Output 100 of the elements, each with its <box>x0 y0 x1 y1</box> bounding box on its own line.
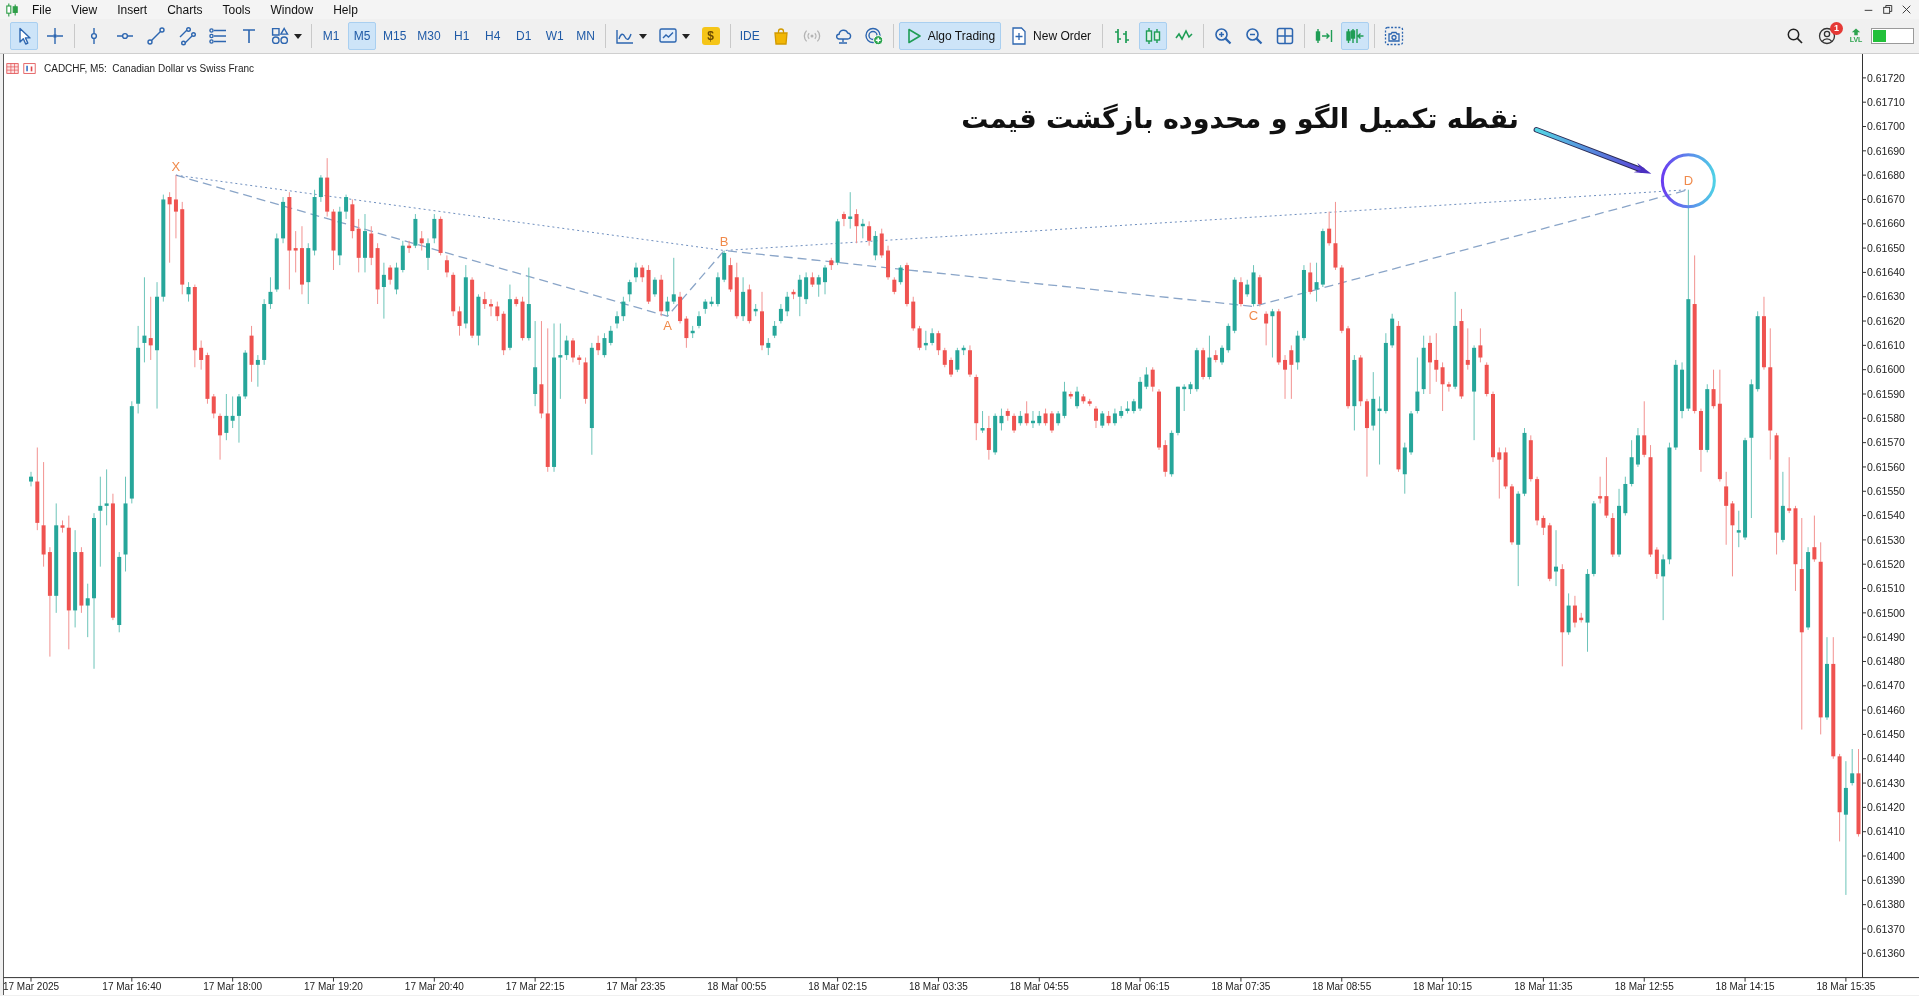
candle-wick <box>566 335 568 361</box>
candle-wick <box>956 347 958 373</box>
candle-wick <box>219 412 221 461</box>
time-label: 18 Mar 04:55 <box>1009 981 1069 992</box>
candle-wick <box>881 228 883 259</box>
camera-icon <box>1384 26 1405 46</box>
candle-wick <box>937 330 939 356</box>
candle-wick <box>320 174 322 203</box>
candle-wick <box>1240 276 1242 307</box>
candle-wick <box>1076 386 1078 410</box>
candle-wick <box>1435 332 1437 383</box>
candlestick-button[interactable] <box>1139 22 1168 50</box>
account-button[interactable]: 1 <box>1813 22 1841 50</box>
scroll-right-icon <box>1314 26 1335 46</box>
candle-wick <box>1152 366 1154 393</box>
price-label: 0.61410 <box>1867 825 1905 838</box>
ide-button[interactable]: IDE <box>735 22 764 50</box>
price-label: 0.61650 <box>1867 241 1905 254</box>
price-label: 0.61360 <box>1867 946 1905 959</box>
candle-wick <box>225 393 227 441</box>
candle-wick <box>925 330 927 351</box>
candle-wick <box>868 220 870 247</box>
candle-wick <box>188 281 190 303</box>
shift-left-icon <box>1345 26 1366 46</box>
candle-wick <box>459 305 460 337</box>
candle-body <box>1799 569 1804 633</box>
candle-body <box>1094 408 1098 421</box>
candle-wick <box>389 264 391 286</box>
lines-icon <box>208 26 228 46</box>
candle-body <box>1736 530 1741 533</box>
candle-wick <box>1379 395 1381 465</box>
menu-item[interactable]: Charts <box>157 0 213 19</box>
time-label: 18 Mar 07:35 <box>1211 981 1271 992</box>
grid-icon <box>1275 26 1296 46</box>
candle-wick <box>87 583 89 638</box>
time-label: 18 Mar 03:35 <box>909 981 968 992</box>
menu-item[interactable]: Insert <box>107 0 158 19</box>
candle-wick <box>1145 366 1147 390</box>
person-icon <box>1817 26 1837 46</box>
candle-wick <box>1599 476 1601 504</box>
candle-body <box>974 377 979 424</box>
candle-wick <box>654 276 656 298</box>
menu-item[interactable]: View <box>61 0 108 19</box>
candle-body <box>1825 663 1829 718</box>
payments-button[interactable]: $ <box>696 22 725 50</box>
candle-wick <box>1555 529 1557 587</box>
chart-window-icon <box>23 62 36 75</box>
candle-wick <box>1089 398 1091 407</box>
menu-item[interactable]: Help <box>323 0 368 19</box>
caret-icon <box>638 33 647 39</box>
new-order-button[interactable]: New Order <box>1004 22 1098 50</box>
candle-wick <box>629 279 631 303</box>
price-label: 0.61660 <box>1867 217 1905 230</box>
pattern-point-label: C <box>1248 308 1259 323</box>
candle-wick <box>1183 383 1185 412</box>
timeframe-tab[interactable]: D1 <box>509 22 538 50</box>
timeframe-tab[interactable]: H4 <box>478 22 507 50</box>
timeframe-tab[interactable]: M30 <box>413 22 445 50</box>
timeframe-tab[interactable]: W1 <box>540 22 569 50</box>
notification-badge: 1 <box>1830 22 1843 35</box>
price-label: 0.61430 <box>1867 776 1905 789</box>
candle-body <box>1642 435 1647 455</box>
search-icon <box>1785 26 1805 46</box>
cursor-button[interactable] <box>10 22 38 50</box>
timeframe-tab[interactable]: M15 <box>379 22 411 50</box>
price-label: 0.61400 <box>1867 849 1905 862</box>
timeframe-tab[interactable]: M1 <box>317 22 345 50</box>
price-label: 0.61510 <box>1867 582 1905 595</box>
candle-wick <box>1000 408 1002 431</box>
price-label: 0.61470 <box>1867 679 1905 692</box>
time-label: 18 Mar 15:35 <box>1816 981 1876 992</box>
candle-wick <box>1738 510 1740 548</box>
menu-item[interactable]: Window <box>260 0 324 19</box>
candle-wick <box>818 274 820 298</box>
candle-body <box>1554 566 1558 572</box>
candle-wick <box>1070 391 1072 400</box>
timeframe-tab[interactable]: H1 <box>447 22 476 50</box>
menu-item[interactable]: Tools <box>212 0 261 19</box>
price-label: 0.61480 <box>1867 655 1905 668</box>
chart-shift-button[interactable] <box>1341 22 1370 50</box>
candle-body <box>35 481 40 523</box>
menu-item[interactable]: File <box>22 0 62 19</box>
algo-trading-button[interactable]: Algo Trading <box>898 22 1002 50</box>
price-label: 0.61380 <box>1867 898 1905 911</box>
chart-window-icon <box>657 26 678 46</box>
candle-body <box>778 308 783 322</box>
caret-icon <box>294 33 302 39</box>
timeframe-tab[interactable]: M5 <box>348 22 376 50</box>
candle-wick <box>1542 515 1544 536</box>
candle-body <box>1428 342 1432 363</box>
candle-wick <box>232 395 234 429</box>
candle-wick <box>1851 748 1853 786</box>
candle-wick <box>396 262 397 295</box>
candle-wick <box>1026 400 1028 427</box>
timeframe-tab[interactable]: MN <box>571 22 600 50</box>
price-label: 0.61590 <box>1867 387 1905 400</box>
candle-wick <box>900 264 902 286</box>
price-label: 0.61610 <box>1867 339 1905 352</box>
candle-wick <box>1051 410 1053 434</box>
time-label: 17 Mar 23:35 <box>606 981 666 992</box>
